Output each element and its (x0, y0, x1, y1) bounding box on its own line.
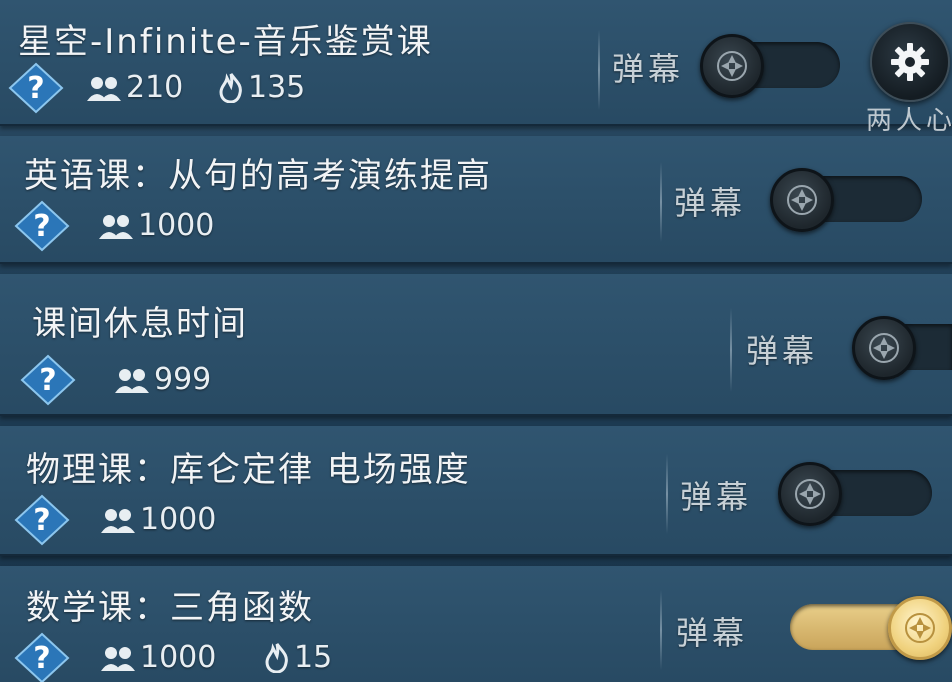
bullet-comment-icon (905, 613, 935, 643)
heat-count: 15 (264, 640, 332, 675)
danmu-label: 弹幕 (746, 332, 819, 370)
viewer-count: 1000 (98, 208, 214, 243)
help-badge-icon[interactable]: ? (14, 630, 70, 682)
divider (730, 308, 732, 392)
viewer-count-value: 210 (126, 70, 184, 105)
audience-icon (101, 646, 135, 671)
danmu-label: 弹幕 (676, 614, 749, 652)
danmu-toggle-knob[interactable] (852, 316, 916, 380)
audience-icon (99, 214, 133, 239)
viewer-count: 999 (114, 362, 211, 397)
class-row[interactable]: 课间休息时间 ? 999 弹幕 (0, 274, 952, 416)
viewer-count-value: 1000 (140, 640, 217, 675)
danmu-toggle-knob[interactable] (700, 34, 764, 98)
flame-icon (265, 642, 288, 673)
danmu-label: 弹幕 (612, 50, 685, 88)
class-row[interactable]: 英语课：从句的高考演练提高 ? 1000 弹幕 (0, 136, 952, 264)
svg-text:?: ? (27, 71, 44, 106)
audience-icon (87, 76, 121, 101)
audience-icon (101, 508, 135, 533)
class-row[interactable]: 星空-Infinite-音乐鉴赏课 ? 210 135 弹幕 (0, 0, 952, 126)
heat-count-value: 15 (294, 640, 333, 675)
viewer-count: 1000 (100, 502, 216, 537)
side-label: 两人心 (866, 106, 952, 136)
class-title: 物理课：库仑定律 电场强度 (26, 450, 471, 490)
gear-icon (891, 43, 929, 81)
viewer-count-value: 999 (154, 362, 212, 397)
viewer-count: 210 (86, 70, 183, 105)
divider (666, 454, 668, 534)
settings-button[interactable] (870, 22, 950, 102)
heat-count: 135 (218, 70, 305, 105)
bullet-comment-icon (717, 51, 747, 81)
danmu-toggle-knob[interactable] (770, 168, 834, 232)
help-badge-icon[interactable]: ? (14, 492, 70, 548)
bullet-comment-icon (795, 479, 825, 509)
svg-text:?: ? (33, 503, 50, 538)
class-row[interactable]: 物理课：库仑定律 电场强度 ? 1000 弹幕 (0, 426, 952, 556)
svg-text:?: ? (39, 363, 56, 398)
class-list-panel: 星空-Infinite-音乐鉴赏课 ? 210 135 弹幕 英语课：从句的高考… (0, 0, 952, 682)
viewer-count-value: 1000 (138, 208, 215, 243)
class-title: 星空-Infinite-音乐鉴赏课 (18, 22, 433, 62)
danmu-label: 弹幕 (674, 184, 747, 222)
divider (598, 30, 600, 110)
audience-icon (115, 368, 149, 393)
danmu-label: 弹幕 (680, 478, 753, 516)
divider (660, 162, 662, 242)
class-title: 课间休息时间 (32, 304, 248, 344)
heat-count-value: 135 (248, 70, 306, 105)
bullet-comment-icon (787, 185, 817, 215)
danmu-toggle-knob[interactable] (888, 596, 952, 660)
divider (660, 590, 662, 670)
help-badge-icon[interactable]: ? (8, 60, 64, 116)
class-title: 英语课：从句的高考演练提高 (24, 156, 492, 196)
viewer-count: 1000 (100, 640, 216, 675)
bullet-comment-icon (869, 333, 899, 363)
class-title: 数学课：三角函数 (26, 588, 314, 628)
danmu-toggle-knob[interactable] (778, 462, 842, 526)
flame-icon (219, 72, 242, 103)
svg-text:?: ? (33, 209, 50, 244)
viewer-count-value: 1000 (140, 502, 217, 537)
class-row[interactable]: 数学课：三角函数 ? 1000 15 弹幕 (0, 566, 952, 682)
help-badge-icon[interactable]: ? (14, 198, 70, 254)
help-badge-icon[interactable]: ? (20, 352, 76, 408)
svg-text:?: ? (33, 641, 50, 676)
